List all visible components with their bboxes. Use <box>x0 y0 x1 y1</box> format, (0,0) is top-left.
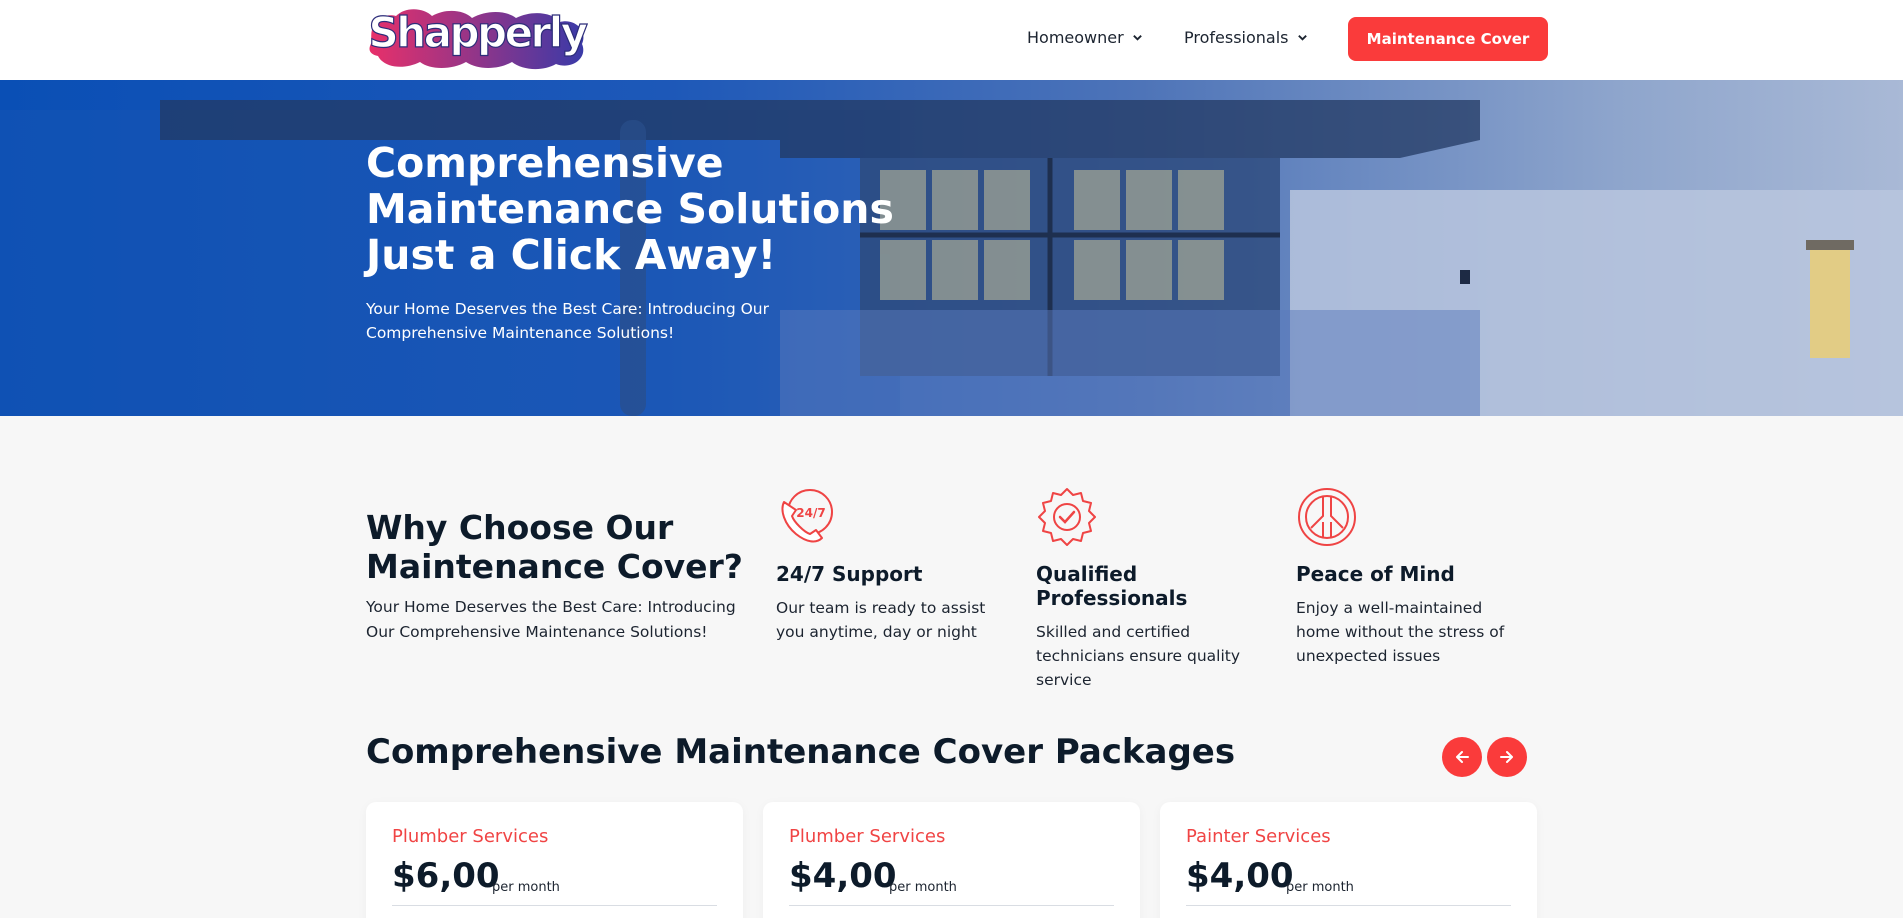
feature-support-title: 24/7 Support <box>776 562 923 586</box>
feature-support-text: Our team is ready to assist you anytime,… <box>776 599 986 641</box>
peace-icon <box>1298 488 1356 546</box>
feature-peace-title: Peace of Mind <box>1296 562 1455 586</box>
badge-check-icon <box>1038 488 1096 546</box>
divider <box>392 905 717 906</box>
package-period: per month <box>1286 880 1354 895</box>
phone-24-7-icon-label: 24/7 <box>796 506 825 520</box>
hero-subtitle: Your Home Deserves the Best Care: Introd… <box>366 300 769 342</box>
package-price: $4,00 <box>789 856 897 896</box>
arrow-right-icon <box>1500 751 1513 763</box>
hero-banner: Comprehensive Maintenance Solutions Just… <box>0 80 1903 416</box>
package-service: Painter Services <box>1186 826 1331 847</box>
prev-button[interactable] <box>1442 737 1482 777</box>
why-subtitle: Your Home Deserves the Best Care: Introd… <box>366 598 736 641</box>
package-service: Plumber Services <box>392 826 549 847</box>
nav-professionals-label: Professionals <box>1184 28 1289 47</box>
package-card[interactable]: Painter Services $4,00 per month <box>1160 802 1537 918</box>
maintenance-cover-button[interactable]: Maintenance Cover <box>1348 17 1548 61</box>
feature-peace-text: Enjoy a well-maintained home without the… <box>1296 599 1505 665</box>
nav-professionals[interactable]: Professionals <box>1184 28 1308 47</box>
site-header: Shapperly Homeowner Professionals Mainte… <box>0 0 1903 80</box>
feature-professionals: Qualified Professionals Skilled and cert… <box>1036 486 1266 692</box>
feature-professionals-title: Qualified Professionals <box>1036 562 1188 610</box>
shapperly-logo[interactable]: Shapperly <box>366 4 588 72</box>
nav-homeowner[interactable]: Homeowner <box>1027 28 1143 47</box>
next-button[interactable] <box>1487 737 1527 777</box>
package-card[interactable]: Plumber Services $6,00 per month <box>366 802 743 918</box>
logo-text: Shapperly <box>368 8 587 57</box>
package-service: Plumber Services <box>789 826 946 847</box>
packages-title: Comprehensive Maintenance Cover Packages <box>366 732 1236 772</box>
feature-support: 24/7 24/7 Support Our team is ready to a… <box>776 486 1006 644</box>
why-title: Why Choose Our Maintenance Cover? <box>366 508 743 586</box>
package-period: per month <box>492 880 560 895</box>
chevron-down-icon <box>1132 35 1142 41</box>
feature-professionals-text: Skilled and certified technicians ensure… <box>1036 623 1241 689</box>
arrow-left-icon <box>1456 751 1469 763</box>
feature-peace: Peace of Mind Enjoy a well-maintained ho… <box>1296 486 1526 668</box>
package-price: $4,00 <box>1186 856 1294 896</box>
hero-title: Comprehensive Maintenance Solutions Just… <box>366 139 894 279</box>
divider <box>789 905 1114 906</box>
divider <box>1186 905 1511 906</box>
phone-24-7-icon: 24/7 <box>781 489 833 543</box>
package-price: $6,00 <box>392 856 500 896</box>
nav-homeowner-label: Homeowner <box>1027 28 1124 47</box>
chevron-down-icon <box>1297 35 1307 41</box>
package-period: per month <box>889 880 957 895</box>
package-card[interactable]: Plumber Services $4,00 per month <box>763 802 1140 918</box>
